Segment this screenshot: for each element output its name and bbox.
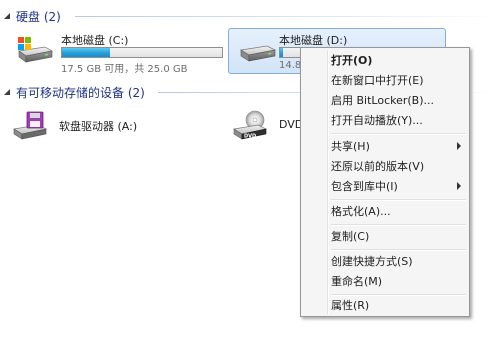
menu-item-create-shortcut[interactable]: 创建快捷方式(S) bbox=[303, 251, 467, 271]
menu-item-label: 共享(H) bbox=[331, 140, 370, 153]
submenu-arrow-icon bbox=[457, 142, 461, 150]
menu-item-label: 打开(O) bbox=[331, 54, 373, 67]
device-tile-dvd[interactable]: DVD DVD bbox=[233, 110, 303, 142]
capacity-fill bbox=[62, 48, 110, 57]
menu-item-label: 打开自动播放(Y)... bbox=[331, 114, 423, 127]
menu-item-restore-previous-versions[interactable]: 还原以前的版本(V) bbox=[303, 156, 467, 176]
collapse-triangle-icon[interactable] bbox=[2, 11, 12, 21]
drive-name: 本地磁盘 (C:) bbox=[61, 34, 129, 47]
drive-tile-c[interactable]: 本地磁盘 (C:) 17.5 GB 可用，共 25.0 GB bbox=[4, 28, 228, 75]
menu-item-label: 启用 BitLocker(B)... bbox=[331, 94, 435, 107]
svg-text:DVD: DVD bbox=[244, 134, 256, 140]
menu-item-label: 还原以前的版本(V) bbox=[331, 160, 425, 173]
menu-item-share[interactable]: 共享(H) bbox=[303, 136, 467, 156]
group-title: 硬盘 (2) bbox=[16, 9, 61, 24]
menu-item-enable-bitlocker[interactable]: 启用 BitLocker(B)... bbox=[303, 90, 467, 110]
menu-item-copy[interactable]: 复制(C) bbox=[303, 226, 467, 246]
capacity-bar bbox=[61, 47, 223, 58]
menu-item-label: 在新窗口中打开(E) bbox=[331, 74, 424, 87]
group-divider bbox=[75, 16, 500, 17]
menu-item-label: 复制(C) bbox=[331, 230, 370, 243]
device-name: 软盘驱动器 (A:) bbox=[59, 120, 138, 133]
context-menu: 打开(O) 在新窗口中打开(E) 启用 BitLocker(B)... 打开自动… bbox=[300, 47, 470, 317]
free-space-text: 14.8 bbox=[279, 60, 302, 71]
menu-item-open-autoplay[interactable]: 打开自动播放(Y)... bbox=[303, 110, 467, 130]
menu-item-label: 包含到库中(I) bbox=[331, 180, 398, 193]
drive-name: 本地磁盘 (D:) bbox=[279, 34, 348, 47]
capacity-fill bbox=[280, 48, 283, 57]
menu-separator bbox=[331, 133, 466, 135]
menu-item-label: 格式化(A)... bbox=[331, 205, 391, 218]
submenu-arrow-icon bbox=[457, 182, 461, 190]
menu-item-open-new-window[interactable]: 在新窗口中打开(E) bbox=[303, 70, 467, 90]
windows-drive-icon bbox=[15, 35, 53, 67]
group-header-removable-storage[interactable]: 有可移动存储的设备 (2) bbox=[0, 82, 145, 102]
free-space-text: 17.5 GB 可用，共 25.0 GB bbox=[61, 64, 188, 75]
device-tile-floppy[interactable]: 软盘驱动器 (A:) bbox=[13, 110, 153, 142]
menu-item-label: 创建快捷方式(S) bbox=[331, 255, 413, 268]
group-title: 有可移动存储的设备 (2) bbox=[16, 85, 145, 100]
menu-item-label: 重命名(M) bbox=[331, 275, 383, 288]
menu-item-properties[interactable]: 属性(R) bbox=[303, 295, 467, 315]
group-header-hard-disks[interactable]: 硬盘 (2) bbox=[0, 6, 61, 26]
explorer-content-pane: 硬盘 (2) 本地磁盘 (C:) 17.5 GB 可用，共 25.0 GB 本地… bbox=[0, 0, 500, 358]
menu-item-label: 属性(R) bbox=[331, 299, 370, 312]
floppy-drive-icon bbox=[13, 110, 49, 142]
hard-drive-icon bbox=[239, 35, 277, 67]
collapse-triangle-icon[interactable] bbox=[2, 87, 12, 97]
menu-item-format[interactable]: 格式化(A)... bbox=[303, 201, 467, 221]
dvd-drive-icon: DVD bbox=[233, 110, 269, 142]
menu-item-rename[interactable]: 重命名(M) bbox=[303, 271, 467, 291]
menu-item-include-in-library[interactable]: 包含到库中(I) bbox=[303, 176, 467, 196]
menu-item-open[interactable]: 打开(O) bbox=[303, 50, 467, 70]
